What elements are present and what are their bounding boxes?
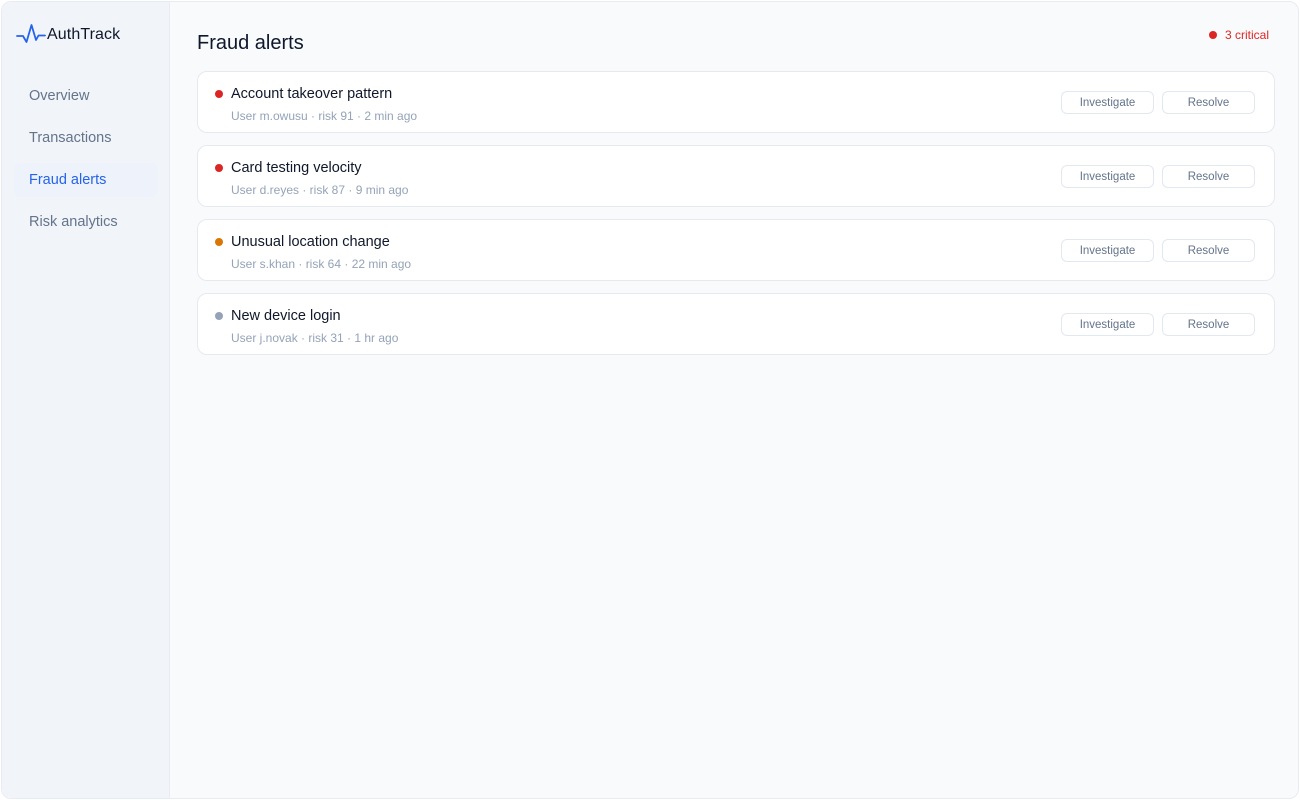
alert-title: Unusual location change <box>231 234 390 250</box>
app-window: AuthTrack Overview Transactions Fraud al… <box>1 1 1299 799</box>
resolve-button[interactable]: Resolve <box>1162 165 1255 188</box>
alert-title: Account takeover pattern <box>231 86 393 102</box>
alert-card: New device login User j.novak · risk 31 … <box>197 293 1275 355</box>
pulse-icon <box>16 22 46 48</box>
alert-title: Card testing velocity <box>231 160 362 176</box>
alert-list: Account takeover pattern User m.owusu · … <box>197 71 1275 367</box>
critical-count-label: 3 critical <box>1224 28 1269 42</box>
alert-meta: User j.novak · risk 31 · 1 hr ago <box>231 331 399 345</box>
critical-count-badge: 3 critical <box>1208 28 1269 42</box>
alert-card: Account takeover pattern User m.owusu · … <box>197 71 1275 133</box>
resolve-button[interactable]: Resolve <box>1162 313 1255 336</box>
severity-dot-icon <box>215 90 223 98</box>
brand-name: AuthTrack <box>47 26 121 43</box>
investigate-button[interactable]: Investigate <box>1061 239 1154 262</box>
resolve-button[interactable]: Resolve <box>1162 91 1255 114</box>
investigate-button[interactable]: Investigate <box>1061 165 1154 188</box>
alert-card: Unusual location change User s.khan · ri… <box>197 219 1275 281</box>
resolve-button[interactable]: Resolve <box>1162 239 1255 262</box>
alert-actions: Investigate Resolve <box>1061 239 1255 262</box>
alert-actions: Investigate Resolve <box>1061 313 1255 336</box>
alert-card: Card testing velocity User d.reyes · ris… <box>197 145 1275 207</box>
severity-dot-icon <box>215 164 223 172</box>
alert-meta: User d.reyes · risk 87 · 9 min ago <box>231 183 409 197</box>
severity-dot-icon <box>215 238 223 246</box>
sidebar-nav: Overview Transactions Fraud alerts Risk … <box>14 79 158 247</box>
alert-actions: Investigate Resolve <box>1061 165 1255 188</box>
alert-title: New device login <box>231 308 341 324</box>
page-title: Fraud alerts <box>197 32 304 54</box>
alert-meta: User s.khan · risk 64 · 22 min ago <box>231 257 412 271</box>
critical-dot-icon <box>1208 31 1217 39</box>
sidebar-item-transactions[interactable]: Transactions <box>14 121 158 155</box>
investigate-button[interactable]: Investigate <box>1061 91 1154 114</box>
sidebar: AuthTrack Overview Transactions Fraud al… <box>2 2 170 798</box>
severity-dot-icon <box>215 312 223 320</box>
sidebar-item-risk-analytics[interactable]: Risk analytics <box>14 205 158 239</box>
alert-actions: Investigate Resolve <box>1061 91 1255 114</box>
main-content: Fraud alerts 3 critical Account takeover… <box>170 2 1298 798</box>
alert-meta: User m.owusu · risk 91 · 2 min ago <box>231 109 418 123</box>
sidebar-item-overview[interactable]: Overview <box>14 79 158 113</box>
brand[interactable]: AuthTrack <box>16 22 120 48</box>
investigate-button[interactable]: Investigate <box>1061 313 1154 336</box>
sidebar-item-fraud-alerts[interactable]: Fraud alerts <box>14 163 158 197</box>
